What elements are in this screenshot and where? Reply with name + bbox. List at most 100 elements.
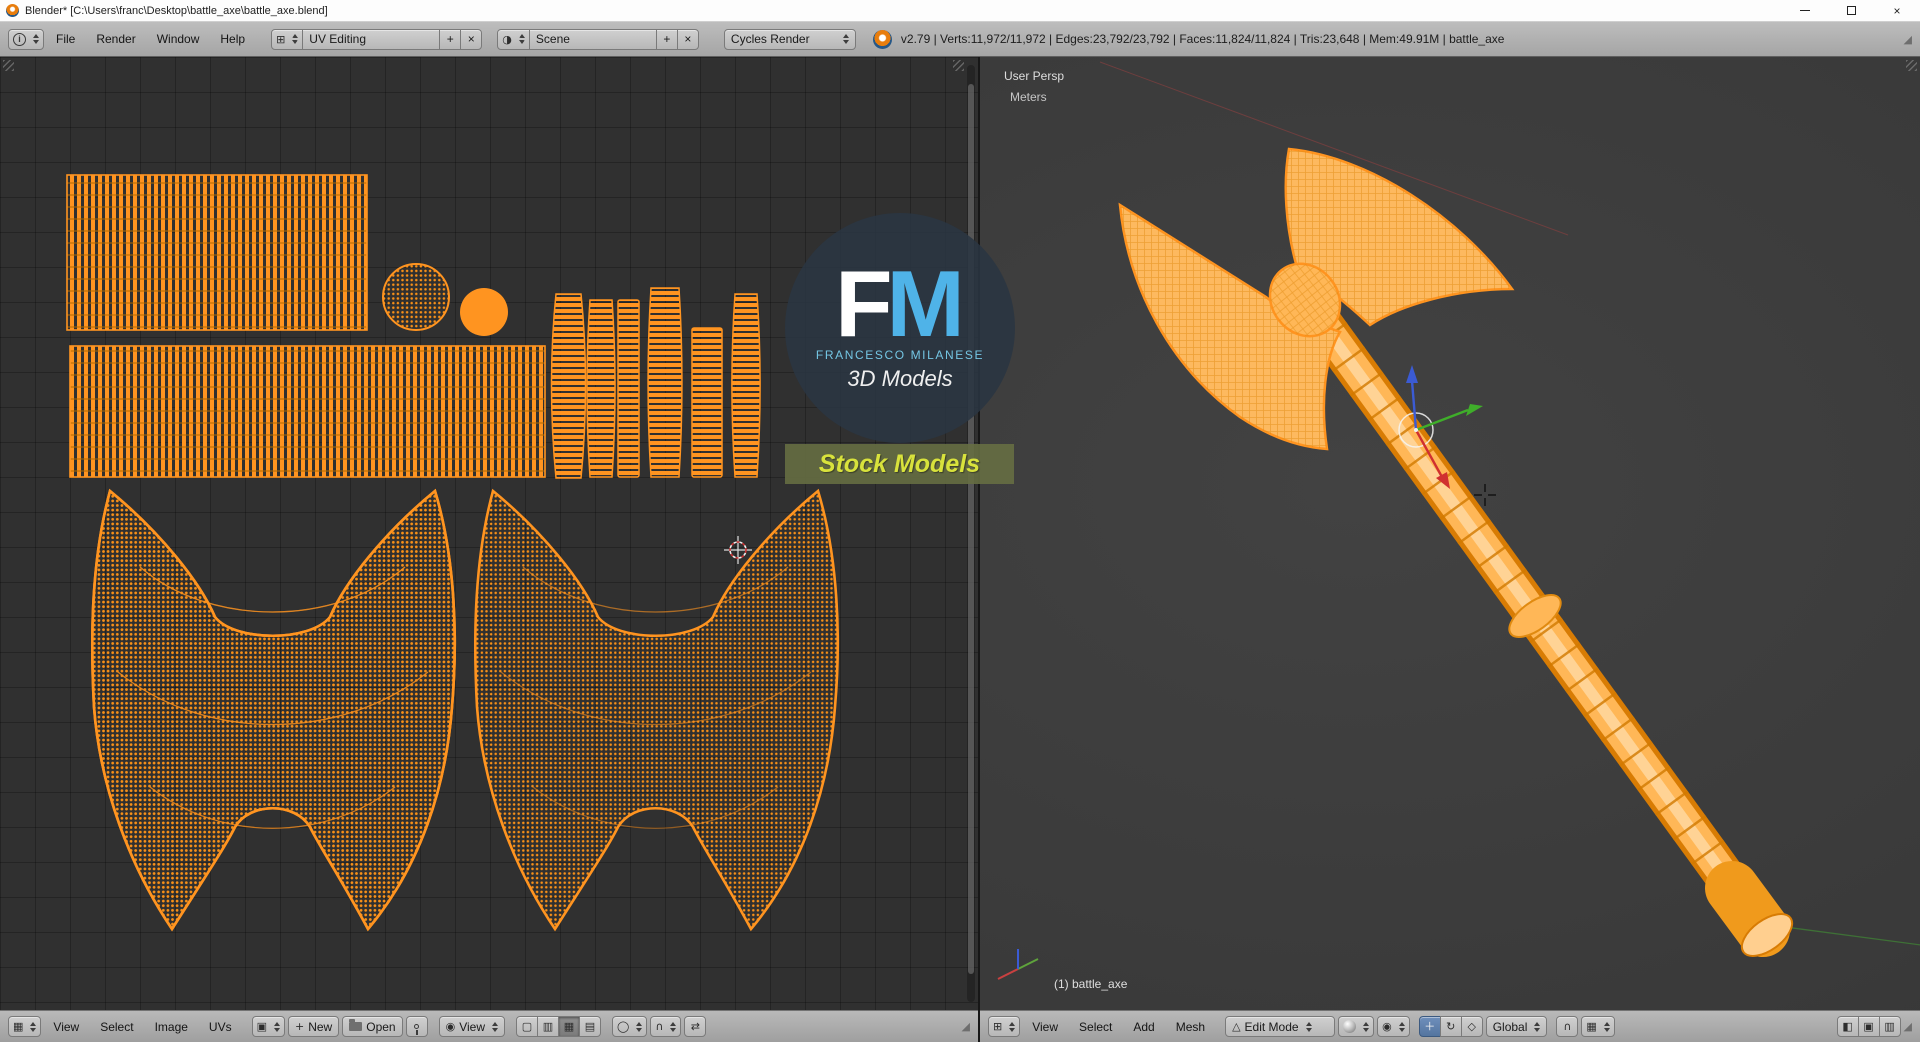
minimize-button[interactable] bbox=[1782, 0, 1828, 21]
menu-window[interactable]: Window bbox=[148, 32, 209, 46]
close-button[interactable]: × bbox=[1874, 0, 1920, 21]
display-channels-icon: ◉ bbox=[445, 1020, 456, 1033]
uv-island-handle-a[interactable] bbox=[66, 174, 368, 331]
menu-help[interactable]: Help bbox=[211, 32, 254, 46]
v3d-menu-select[interactable]: Select bbox=[1070, 1020, 1121, 1034]
proportional-edit-icon: ◯ bbox=[617, 1020, 630, 1033]
v3d-menu-mesh[interactable]: Mesh bbox=[1167, 1020, 1214, 1034]
add-scene-button[interactable]: + bbox=[655, 28, 678, 50]
add-layout-button[interactable]: + bbox=[439, 28, 462, 50]
titlebar: Blender* [C:\Users\franc\Desktop\battle_… bbox=[0, 0, 1920, 22]
uv-draw-white-button[interactable]: ▤ bbox=[579, 1016, 601, 1037]
render-engine-name: Cycles Render bbox=[730, 32, 810, 46]
uv-draw-outline-button[interactable]: ▢ bbox=[516, 1016, 538, 1037]
chevron-updown-icon bbox=[33, 34, 39, 44]
uv-editor-canvas[interactable] bbox=[0, 57, 978, 1010]
v3d-menu-view[interactable]: View bbox=[1023, 1020, 1067, 1034]
render-opengl-anim-button[interactable]: ▥ bbox=[1878, 1016, 1901, 1037]
uv-island-cap-circle-a[interactable] bbox=[382, 263, 450, 331]
render-engine-dropdown[interactable]: Cycles Render bbox=[723, 28, 856, 50]
viewport-canvas[interactable]: User Persp Meters (1) battle_axe bbox=[980, 57, 1920, 1010]
header-grip-icon[interactable]: ◢ bbox=[962, 1020, 970, 1033]
uv-menu-select[interactable]: Select bbox=[91, 1020, 142, 1034]
viewport-editor-type-button[interactable]: ⊞ bbox=[988, 1016, 1021, 1037]
plus-icon: + bbox=[295, 1020, 305, 1033]
limit-selection-button[interactable]: ◧ bbox=[1836, 1016, 1859, 1037]
blender-logo-icon bbox=[872, 29, 892, 49]
uv-island-handle-b[interactable] bbox=[69, 345, 546, 478]
area-corner-grip-icon[interactable] bbox=[1906, 60, 1917, 71]
screen-layout-field[interactable]: UV Editing bbox=[302, 28, 441, 50]
uv-island-axe-head-right[interactable] bbox=[473, 489, 840, 931]
uv-island-strips[interactable] bbox=[550, 287, 761, 479]
manipulator-toggles: ＋ ↻ ◇ bbox=[1418, 1016, 1483, 1037]
uv-menu-uvs[interactable]: UVs bbox=[200, 1020, 241, 1034]
editor-type-button[interactable]: i bbox=[8, 28, 44, 50]
manipulator-rotate-button[interactable]: ↻ bbox=[1439, 1016, 1462, 1037]
image-datablock-icon: ▣ bbox=[256, 1020, 267, 1033]
rotate-icon: ↻ bbox=[1446, 1020, 1456, 1033]
main-area: ▦ View Select Image UVs ▣ + New Open ◉ V… bbox=[0, 57, 1920, 1042]
image-browse-button[interactable]: ▣ bbox=[251, 1016, 285, 1037]
area-corner-grip-icon[interactable] bbox=[953, 60, 964, 71]
screen-layout-browse-button[interactable]: ⊞ bbox=[271, 28, 304, 50]
menu-file[interactable]: File bbox=[47, 32, 84, 46]
scene-statistics: v2.79 | Verts:11,972/11,972 | Edges:23,7… bbox=[900, 32, 1505, 46]
mode-dropdown[interactable]: △ Edit Mode bbox=[1225, 1016, 1336, 1037]
uv-select-sync-button[interactable]: ⇄ bbox=[684, 1016, 707, 1037]
uv-draw-black-button[interactable]: ▦ bbox=[558, 1016, 580, 1037]
scene-name: Scene bbox=[535, 32, 570, 46]
snap-element-button[interactable]: ▦ bbox=[1581, 1016, 1615, 1037]
manipulator-scale-button[interactable]: ◇ bbox=[1460, 1016, 1483, 1037]
delete-scene-button[interactable]: × bbox=[676, 28, 699, 50]
pivot-point-button[interactable]: ◉ bbox=[1377, 1016, 1410, 1037]
viewport-3d-header: ⊞ View Select Add Mesh △ Edit Mode ◉ ＋ ↻… bbox=[980, 1010, 1920, 1042]
viewport-3d-pane: User Persp Meters (1) battle_axe ⊞ View … bbox=[980, 57, 1920, 1042]
plus-icon: + bbox=[446, 32, 454, 46]
viewport-shading-button[interactable] bbox=[1338, 1016, 1375, 1037]
scene-field[interactable]: Scene bbox=[528, 28, 657, 50]
chevron-updown-icon bbox=[492, 1021, 498, 1032]
delete-layout-button[interactable]: × bbox=[460, 28, 483, 50]
header-grip-icon[interactable]: ◢ bbox=[1904, 1020, 1912, 1033]
clapboard-icon: ▥ bbox=[1884, 1020, 1895, 1033]
menu-render[interactable]: Render bbox=[87, 32, 144, 46]
render-opengl-button[interactable]: ▣ bbox=[1857, 1016, 1880, 1037]
info-editor-icon: i bbox=[13, 32, 26, 46]
proportional-edit-button[interactable]: ◯ bbox=[612, 1016, 648, 1037]
uv-menu-view[interactable]: View bbox=[44, 1020, 88, 1034]
plus-icon: + bbox=[663, 32, 671, 46]
uv-island-cap-circle-b[interactable] bbox=[460, 288, 508, 336]
image-editor-icon: ▦ bbox=[13, 1020, 24, 1033]
chevron-updown-icon bbox=[1603, 1021, 1610, 1032]
screen-layout-name: UV Editing bbox=[309, 32, 366, 46]
uv-draw-dash-button[interactable]: ▥ bbox=[537, 1016, 559, 1037]
uv-menu-image[interactable]: Image bbox=[146, 1020, 197, 1034]
uv-snap-button[interactable]: ∩ bbox=[650, 1016, 682, 1037]
scene-browse-button[interactable]: ◑ bbox=[497, 28, 530, 50]
header-grip-icon[interactable]: ◢ bbox=[1904, 33, 1912, 46]
snap-toggle-button[interactable]: ∩ bbox=[1556, 1016, 1579, 1037]
image-open-button[interactable]: Open bbox=[342, 1016, 403, 1037]
shaded-icon: ▤ bbox=[584, 1020, 596, 1033]
uv-vertical-scrollbar[interactable] bbox=[967, 65, 975, 1002]
image-pin-button[interactable] bbox=[405, 1016, 428, 1037]
uv-draw-type-toggles: ▢ ▥ ▦ ▤ bbox=[516, 1016, 601, 1037]
chevron-updown-icon bbox=[1534, 1021, 1541, 1032]
folder-icon bbox=[349, 1019, 363, 1031]
manipulator-translate-button[interactable]: ＋ bbox=[1418, 1016, 1441, 1037]
chevron-updown-icon bbox=[1398, 1021, 1405, 1032]
v3d-menu-add[interactable]: Add bbox=[1124, 1020, 1163, 1034]
image-new-button[interactable]: + New bbox=[288, 1016, 340, 1037]
scrollbar-thumb[interactable] bbox=[968, 83, 974, 974]
orientation-dropdown[interactable]: Global bbox=[1485, 1016, 1548, 1037]
area-corner-grip-icon[interactable] bbox=[3, 60, 14, 71]
battle-axe-mesh[interactable] bbox=[1118, 147, 1799, 964]
maximize-button[interactable] bbox=[1828, 0, 1874, 21]
close-icon: × bbox=[684, 32, 692, 46]
uv-editor-type-button[interactable]: ▦ bbox=[8, 1016, 42, 1037]
uv-display-dropdown[interactable]: ◉ View bbox=[438, 1016, 505, 1037]
uv-island-axe-head-left[interactable] bbox=[90, 489, 457, 931]
orientation-value: Global bbox=[1492, 1019, 1528, 1034]
blender-app-icon bbox=[6, 4, 19, 17]
